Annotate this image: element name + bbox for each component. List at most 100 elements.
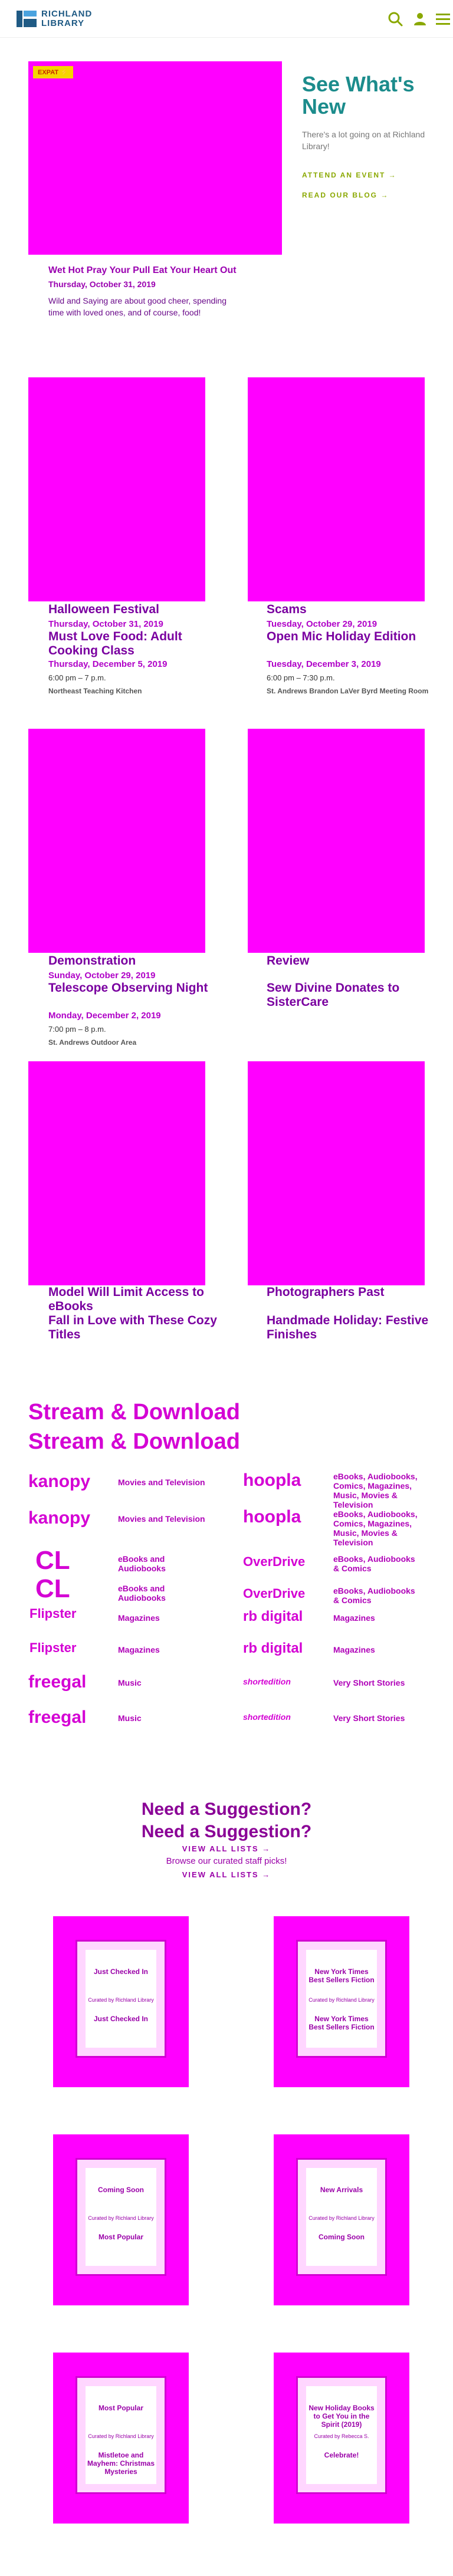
rbdigital-description-duplicate: Magazines bbox=[333, 1645, 375, 1654]
list-tile-cover: New Holiday Books to Get You in the Spir… bbox=[296, 2376, 387, 2494]
event-card-subtitle[interactable]: Must Love Food: Adult Cooking Class bbox=[48, 630, 219, 658]
cl-description-duplicate: eBooks and Audiobooks bbox=[118, 1584, 166, 1603]
event-card-subdate: Monday, December 2, 2019 bbox=[48, 1011, 161, 1021]
logo-line1: RICHLAND bbox=[41, 9, 93, 19]
logo-mark-icon bbox=[17, 8, 37, 29]
event-card-title[interactable]: Scams bbox=[267, 603, 438, 617]
shortedition-logo[interactable]: shortedition bbox=[243, 1677, 291, 1686]
flipster-description: Magazines bbox=[118, 1613, 160, 1623]
list-tile-name: Most Popular bbox=[98, 2404, 143, 2412]
list-tile-card: New Arrivals Curated by Richland Library… bbox=[306, 2168, 377, 2266]
view-all-lists-link-duplicate[interactable]: VIEW ALL LISTS → bbox=[0, 1870, 453, 1879]
list-tile-cover: Coming Soon Curated by Richland Library … bbox=[76, 2158, 166, 2276]
list-tile-card: Just Checked In Curated by Richland Libr… bbox=[86, 1950, 156, 2048]
kanopy-logo-duplicate[interactable]: kanopy bbox=[28, 1508, 90, 1528]
list-tile-curator: Curated by Richland Library bbox=[88, 1997, 154, 2003]
attend-event-link[interactable]: ATTEND AN EVENT → bbox=[302, 171, 397, 179]
list-tile-name-duplicate: Most Popular bbox=[98, 2233, 143, 2241]
event-card-image[interactable] bbox=[248, 377, 425, 601]
freegal-logo[interactable]: freegal bbox=[28, 1672, 86, 1692]
event-card-subtitle[interactable]: Fall in Love with These Cozy Titles bbox=[48, 1314, 219, 1342]
featured-event-title[interactable]: Wet Hot Pray Your Pull Eat Your Heart Ou… bbox=[48, 265, 284, 276]
event-card-title[interactable]: Model Will Limit Access to eBooks bbox=[48, 1285, 219, 1314]
cl-logo-duplicate[interactable]: CL bbox=[35, 1574, 70, 1604]
flipster-logo[interactable]: Flipster bbox=[29, 1606, 76, 1621]
event-card-location: Northeast Teaching Kitchen bbox=[48, 687, 142, 695]
list-tile[interactable]: New York Times Best Sellers Fiction Cura… bbox=[274, 1916, 409, 2087]
list-tile-cover: New York Times Best Sellers Fiction Cura… bbox=[296, 1940, 387, 2058]
cl-description: eBooks and Audiobooks bbox=[118, 1554, 166, 1573]
flipster-logo-duplicate[interactable]: Flipster bbox=[29, 1640, 76, 1656]
list-tile[interactable]: New Arrivals Curated by Richland Library… bbox=[274, 2134, 409, 2305]
event-card-title[interactable]: Halloween Festival bbox=[48, 603, 219, 617]
list-tile-name-duplicate: Coming Soon bbox=[319, 2233, 365, 2241]
hoopla-description: eBooks, Audiobooks, Comics, Magazines, M… bbox=[333, 1472, 418, 1509]
rbdigital-logo[interactable]: rb digital bbox=[243, 1608, 303, 1625]
event-card-time: 6:00 pm – 7:30 p.m. bbox=[267, 673, 335, 682]
freegal-logo-duplicate[interactable]: freegal bbox=[28, 1708, 86, 1728]
list-tile[interactable]: Most Popular Curated by Richland Library… bbox=[53, 2353, 189, 2524]
suggestion-subtitle: Browse our curated staff picks! bbox=[166, 1856, 287, 1866]
hoopla-logo[interactable]: hoopla bbox=[243, 1470, 301, 1491]
event-card-image[interactable] bbox=[28, 1061, 205, 1285]
logo-text: RICHLAND LIBRARY bbox=[41, 9, 92, 28]
event-card-time: 7:00 pm – 8 p.m. bbox=[48, 1025, 106, 1034]
user-icon[interactable] bbox=[411, 9, 429, 28]
event-card-subtitle[interactable]: Open Mic Holiday Edition bbox=[267, 630, 438, 644]
list-tile-name-duplicate: Celebrate! bbox=[324, 2451, 359, 2459]
rbdigital-logo-duplicate[interactable]: rb digital bbox=[243, 1640, 303, 1657]
freegal-description: Music bbox=[118, 1678, 142, 1687]
event-card-image[interactable] bbox=[28, 729, 205, 953]
list-tile[interactable]: New Holiday Books to Get You in the Spir… bbox=[274, 2353, 409, 2524]
event-card-date: Sunday, October 29, 2019 bbox=[48, 970, 156, 981]
logo-line2: LIBRARY bbox=[41, 18, 85, 28]
event-card-subtitle[interactable]: Handmade Holiday: Festive Finishes bbox=[267, 1314, 438, 1342]
shortedition-logo-duplicate[interactable]: shortedition bbox=[243, 1712, 291, 1722]
event-card-title[interactable]: Review bbox=[267, 954, 438, 968]
event-card-date: Thursday, October 31, 2019 bbox=[48, 619, 163, 629]
event-card-subtitle[interactable]: Telescope Observing Night bbox=[48, 981, 219, 995]
hamburger-menu-icon[interactable] bbox=[434, 9, 453, 28]
list-tile-curator: Curated by Richland Library bbox=[308, 1997, 375, 2003]
event-card-location: St. Andrews Brandon LaVer Byrd Meeting R… bbox=[267, 687, 429, 695]
site-header: RICHLAND LIBRARY bbox=[0, 0, 453, 38]
view-all-lists-link[interactable]: VIEW ALL LISTS → bbox=[0, 1844, 453, 1853]
list-tile-curator: Curated by Richland Library bbox=[88, 2433, 154, 2439]
list-tile[interactable]: Just Checked In Curated by Richland Libr… bbox=[53, 1916, 189, 2087]
kanopy-description-duplicate: Movies and Television bbox=[118, 1514, 205, 1524]
event-card-image[interactable] bbox=[28, 377, 205, 601]
overdrive-logo[interactable]: OverDrive bbox=[243, 1554, 305, 1570]
kanopy-logo[interactable]: kanopy bbox=[28, 1472, 90, 1492]
list-tile[interactable]: Coming Soon Curated by Richland Library … bbox=[53, 2134, 189, 2305]
search-icon[interactable] bbox=[386, 9, 405, 28]
read-blog-link[interactable]: READ OUR BLOG → bbox=[302, 191, 389, 199]
shortedition-description-duplicate: Very Short Stories bbox=[333, 1713, 405, 1723]
overdrive-logo-duplicate[interactable]: OverDrive bbox=[243, 1586, 305, 1601]
list-tile-name: Coming Soon bbox=[98, 2186, 144, 2194]
event-card-subdate: Thursday, December 5, 2019 bbox=[48, 659, 168, 669]
event-card-title[interactable]: Photographers Past bbox=[267, 1285, 438, 1299]
list-tile-card: Most Popular Curated by Richland Library… bbox=[86, 2386, 156, 2484]
featured-event-date: Thursday, October 31, 2019 bbox=[48, 279, 156, 289]
page: RICHLAND LIBRARY EXPAT ⚡ Wet Hot Pray Yo… bbox=[0, 0, 453, 2576]
featured-event-image[interactable] bbox=[28, 61, 282, 255]
cl-logo[interactable]: CL bbox=[35, 1546, 70, 1575]
kanopy-description: Movies and Television bbox=[118, 1478, 205, 1487]
event-card-title[interactable]: Demonstration bbox=[48, 954, 219, 968]
list-tile-curator: Curated by Richland Library bbox=[308, 2215, 375, 2221]
stream-section-title: Stream & Download bbox=[28, 1400, 240, 1424]
richland-library-logo[interactable]: RICHLAND LIBRARY bbox=[17, 6, 105, 32]
hoopla-logo-duplicate[interactable]: hoopla bbox=[243, 1507, 301, 1527]
list-tile-card: Coming Soon Curated by Richland Library … bbox=[86, 2168, 156, 2266]
whats-new-title: See What's New bbox=[302, 72, 415, 119]
list-tile-cover: Most Popular Curated by Richland Library… bbox=[76, 2376, 166, 2494]
event-card-image[interactable] bbox=[248, 1061, 425, 1285]
event-card-time: 6:00 pm – 7 p.m. bbox=[48, 673, 106, 682]
list-tile-name-duplicate: Just Checked In bbox=[93, 2015, 149, 2023]
list-tile-card: New Holiday Books to Get You in the Spir… bbox=[306, 2386, 377, 2484]
event-card-image[interactable] bbox=[248, 729, 425, 953]
event-card-date: Tuesday, October 29, 2019 bbox=[267, 619, 378, 629]
list-tile-card: New York Times Best Sellers Fiction Cura… bbox=[306, 1950, 377, 2048]
event-card-location: St. Andrews Outdoor Area bbox=[48, 1038, 137, 1047]
event-card-subtitle[interactable]: Sew Divine Donates to SisterCare bbox=[267, 981, 438, 1009]
